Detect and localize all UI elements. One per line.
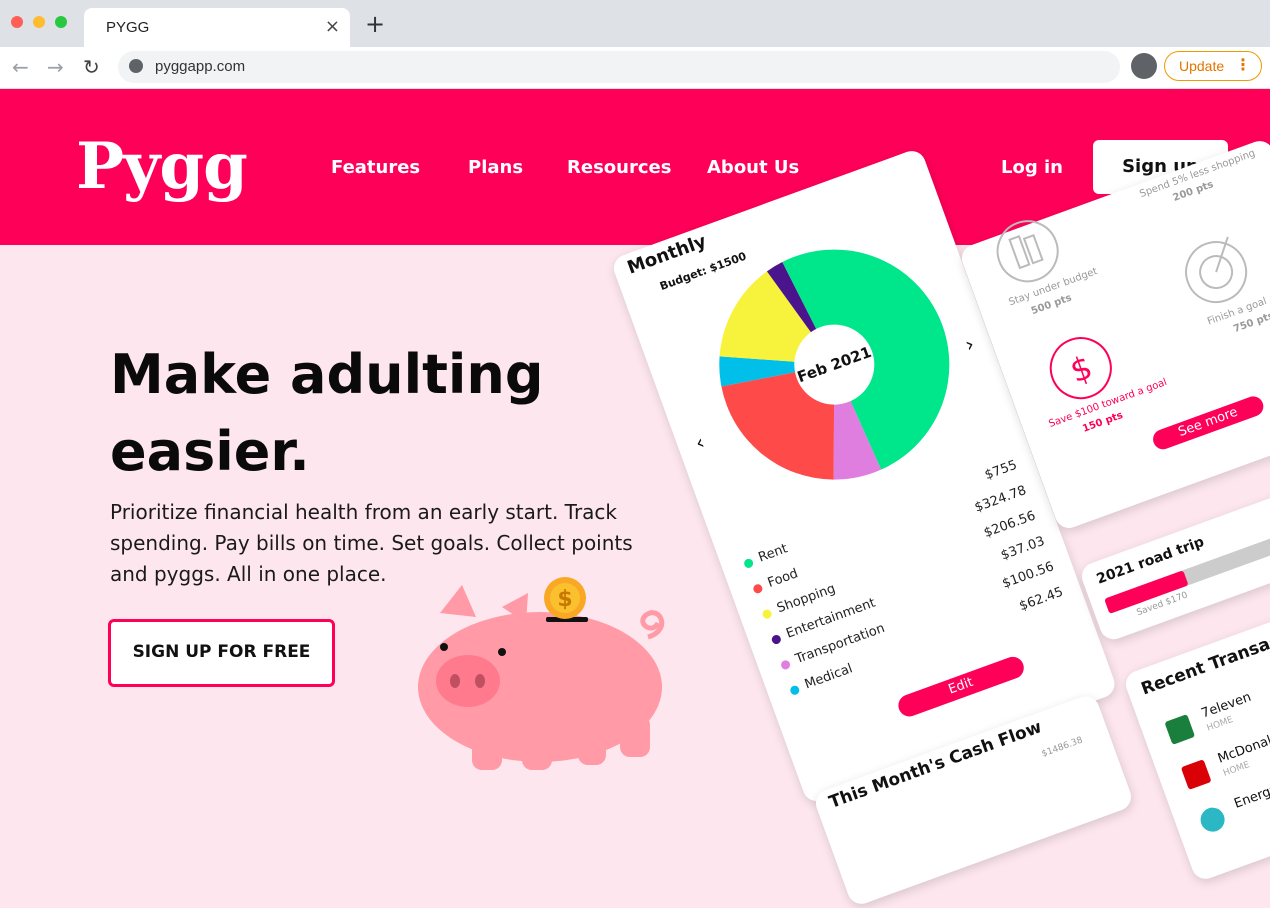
coin-dollar-sign: $ [557,587,572,612]
category-name: Rent [756,541,790,566]
svg-text:$: $ [1065,348,1097,391]
category-amount: $755 [982,457,1020,484]
hero-title: Make adulting easier. [110,336,590,490]
category-dot [779,659,792,671]
new-tab-icon[interactable]: + [365,12,385,36]
tab-close-icon[interactable]: × [325,16,340,37]
pig-eye [498,648,506,656]
pig-snout [436,655,500,707]
cashflow-value: $1486.38 [1040,735,1085,760]
pig-nostril [450,674,460,688]
nav-resources[interactable]: Resources [567,157,671,178]
hero-title-line2: easier. [110,420,310,483]
category-dot [761,608,773,620]
signup-free-button[interactable]: SIGN UP FOR FREE [108,619,335,687]
update-button[interactable]: Update ⋮ [1164,51,1262,81]
pig-tail [640,610,665,640]
profile-icon[interactable] [1131,53,1157,79]
pygg-logo[interactable]: Pygg [76,129,248,204]
category-dot [789,684,801,697]
pig-nostril [475,674,485,688]
maximize-window-icon[interactable] [55,16,67,28]
cta-label: SIGN UP FOR FREE [132,642,311,662]
7eleven-logo-icon [1164,714,1196,745]
browser-tab-strip: PYGG × + [0,0,1270,47]
menu-dots-icon[interactable]: ⋮ [1235,55,1251,74]
back-icon[interactable]: ← [12,55,29,79]
prev-month-icon[interactable]: ‹ [692,430,708,455]
tab-title: PYGG [106,19,150,36]
mcdonalds-logo-icon [1180,759,1212,790]
address-url: pyggapp.com [155,58,246,75]
see-more-button[interactable]: See more [1150,393,1267,453]
forward-icon[interactable]: → [47,55,64,79]
minimize-window-icon[interactable] [33,16,45,28]
pig-ear-left [440,585,476,617]
reload-icon[interactable]: ↻ [83,55,100,79]
nav-features[interactable]: Features [331,157,420,178]
category-dot [752,582,764,595]
category-dot [770,633,783,646]
close-window-icon[interactable] [11,16,23,28]
nav-about-us[interactable]: About Us [707,157,799,178]
pig-leg [522,730,552,770]
category-dot [742,557,755,570]
login-link[interactable]: Log in [1001,157,1063,178]
address-bar[interactable]: pyggapp.com [118,51,1120,83]
hero-title-line1: Make adulting [110,343,544,406]
pig-leg [620,715,650,757]
piggy-bank-illustration: $ [418,577,665,770]
update-label: Update [1179,58,1225,74]
nav-plans[interactable]: Plans [468,157,523,178]
energy-logo-icon [1197,804,1228,836]
site-info-icon[interactable] [129,59,143,73]
next-month-icon[interactable]: › [962,331,978,356]
pig-eye [440,643,448,651]
pig-leg [578,725,606,765]
browser-toolbar: ← → ↻ pyggapp.com Update ⋮ [0,47,1270,89]
browser-tab[interactable]: PYGG × [84,8,350,47]
pig-leg [472,725,502,770]
